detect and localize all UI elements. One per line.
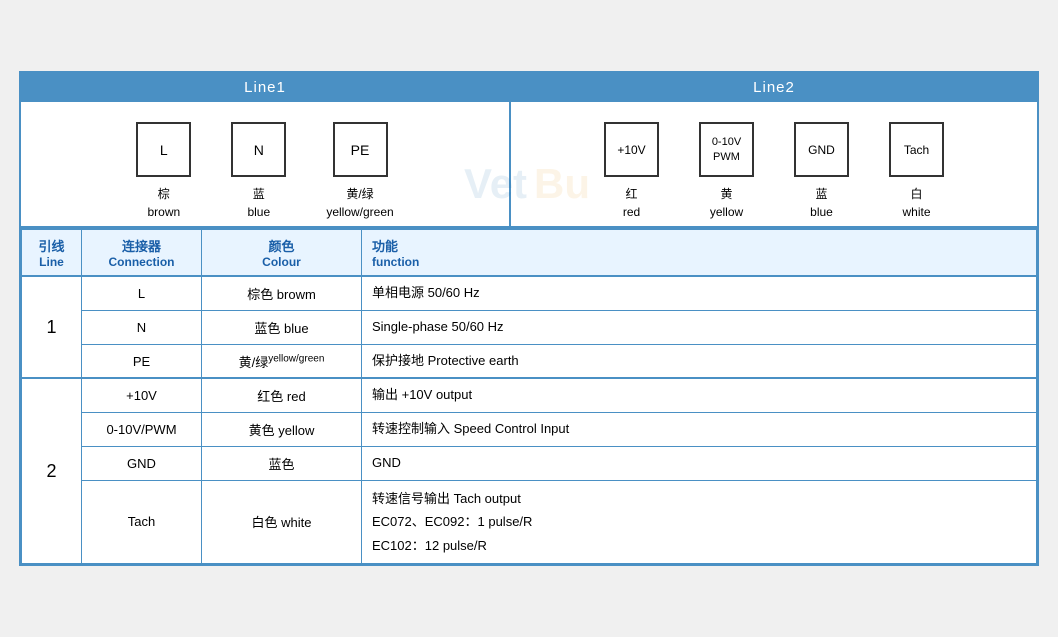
line1-area: Line1 L 棕brown N 蓝blue PE 黄/绿yellow/gree… (21, 73, 511, 226)
connector-gnd: GND 蓝blue (794, 122, 849, 221)
line2-header: Line2 (511, 73, 1037, 102)
conn-N: N (82, 310, 202, 344)
func-10v: 输出 +10V output (362, 378, 1037, 412)
connector-box-pwm: 0-10V PWM (699, 122, 754, 177)
diagram-section: Line1 L 棕brown N 蓝blue PE 黄/绿yellow/gree… (21, 73, 1037, 228)
func-gnd: GND (362, 447, 1037, 481)
table-row: N 蓝色 blue Single-phase 50/60 Hz (22, 310, 1037, 344)
line-group-1: 1 (22, 276, 82, 378)
diagram-area: Line1 L 棕brown N 蓝blue PE 黄/绿yellow/gree… (21, 73, 1037, 228)
conn-10v: +10V (82, 378, 202, 412)
colour-yellow-green: 黄/绿yellow/green (202, 344, 362, 378)
line1-connectors: L 棕brown N 蓝blue PE 黄/绿yellow/green (21, 102, 509, 226)
func-N: Single-phase 50/60 Hz (362, 310, 1037, 344)
th-colour: 颜色 Colour (202, 229, 362, 276)
line1-header: Line1 (21, 73, 509, 102)
connector-label-pwm: 黄yellow (710, 185, 743, 221)
table-row: GND 蓝色 GND (22, 447, 1037, 481)
connector-box-L: L (136, 122, 191, 177)
table-row: 2 +10V 红色 red 输出 +10V output (22, 378, 1037, 412)
connector-box-10v: +10V (604, 122, 659, 177)
connector-box-gnd: GND (794, 122, 849, 177)
connector-box-N: N (231, 122, 286, 177)
connector-label-L: 棕brown (147, 185, 180, 221)
conn-L: L (82, 276, 202, 310)
conn-tach: Tach (82, 480, 202, 563)
table-row: PE 黄/绿yellow/green 保护接地 Protective earth (22, 344, 1037, 378)
table-body: 1 L 棕色 browm 单相电源 50/60 Hz N 蓝色 blue Sin… (22, 276, 1037, 563)
func-L: 单相电源 50/60 Hz (362, 276, 1037, 310)
colour-yellow: 黄色 yellow (202, 413, 362, 447)
connector-L: L 棕brown (136, 122, 191, 221)
th-function: 功能 function (362, 229, 1037, 276)
connector-tach: Tach 白white (889, 122, 944, 221)
th-connection: 连接器 Connection (82, 229, 202, 276)
connector-N: N 蓝blue (231, 122, 286, 221)
connector-label-gnd: 蓝blue (810, 185, 833, 221)
main-container: Line1 L 棕brown N 蓝blue PE 黄/绿yellow/gree… (19, 71, 1039, 566)
colour-blue-gnd: 蓝色 (202, 447, 362, 481)
connector-label-N: 蓝blue (247, 185, 270, 221)
table-header-row: 引线 Line 连接器 Connection 颜色 Colour 功能 func… (22, 229, 1037, 276)
func-PE: 保护接地 Protective earth (362, 344, 1037, 378)
line2-area: Line2 +10V 红red 0-10V PWM 黄yellow (511, 73, 1037, 226)
connector-10v: +10V 红red (604, 122, 659, 221)
table-row: 1 L 棕色 browm 单相电源 50/60 Hz (22, 276, 1037, 310)
conn-pwm: 0-10V/PWM (82, 413, 202, 447)
th-line: 引线 Line (22, 229, 82, 276)
colour-brown: 棕色 browm (202, 276, 362, 310)
conn-PE: PE (82, 344, 202, 378)
connector-pwm: 0-10V PWM 黄yellow (699, 122, 754, 221)
func-tach: 转速信号输出 Tach output EC072、EC092：1 pulse/R… (362, 480, 1037, 563)
conn-gnd: GND (82, 447, 202, 481)
connector-label-PE: 黄/绿yellow/green (326, 185, 393, 221)
table-row: 0-10V/PWM 黄色 yellow 转速控制输入 Speed Control… (22, 413, 1037, 447)
connector-box-tach: Tach (889, 122, 944, 177)
line2-connectors: +10V 红red 0-10V PWM 黄yellow GND 蓝blue (511, 102, 1037, 226)
func-pwm: 转速控制输入 Speed Control Input (362, 413, 1037, 447)
line2-label: Line2 (753, 79, 795, 96)
connector-box-PE: PE (333, 122, 388, 177)
wiring-table: 引线 Line 连接器 Connection 颜色 Colour 功能 func… (21, 228, 1037, 564)
colour-red: 红色 red (202, 378, 362, 412)
line1-label: Line1 (244, 79, 286, 96)
connector-label-tach: 白white (902, 185, 930, 221)
colour-blue-N: 蓝色 blue (202, 310, 362, 344)
table-row: Tach 白色 white 转速信号输出 Tach output EC072、E… (22, 480, 1037, 563)
line-group-2: 2 (22, 378, 82, 563)
connector-label-10v: 红red (623, 185, 640, 221)
connector-PE: PE 黄/绿yellow/green (326, 122, 393, 221)
colour-white: 白色 white (202, 480, 362, 563)
